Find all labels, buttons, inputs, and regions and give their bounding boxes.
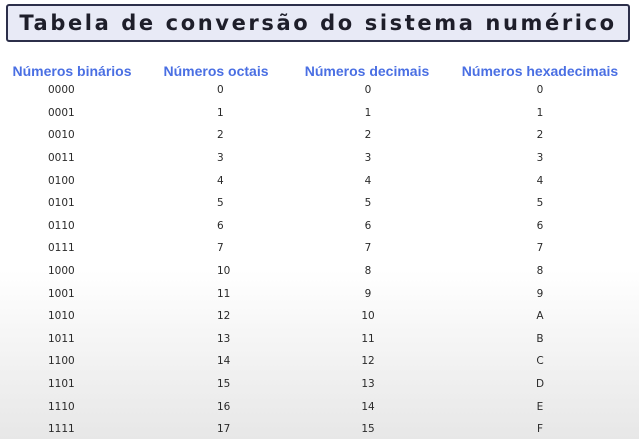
header-octal: Números octais (163, 63, 269, 79)
binary-cell: 1010 (48, 310, 75, 323)
decimal-cell: 0 (364, 84, 372, 97)
binary-cell: 0001 (48, 106, 75, 119)
octal-cell: 14 (217, 355, 231, 368)
decimal-cell: 4 (364, 174, 372, 187)
table-row: 1001 11 9 9 (0, 282, 639, 305)
octal-cell: 7 (217, 242, 224, 255)
header-decimal: Números decimais (304, 63, 430, 79)
octal-cell: 13 (217, 332, 231, 345)
binary-cell: 1001 (48, 287, 75, 300)
binary-cell: 1111 (48, 423, 75, 436)
table-row: 0001 1 1 1 (0, 102, 639, 125)
header-binary: Números binários (12, 63, 132, 79)
decimal-cell: 8 (364, 265, 372, 278)
decimal-cell: 5 (364, 197, 372, 210)
hexadecimal-cell: D (535, 378, 545, 391)
octal-cell: 2 (217, 129, 224, 142)
octal-cell: 11 (217, 287, 231, 300)
binary-cell: 0110 (48, 219, 75, 232)
hexadecimal-cell: 8 (536, 265, 544, 278)
binary-cell: 1110 (48, 400, 75, 413)
decimal-cell: 9 (364, 287, 372, 300)
decimal-cell: 7 (364, 242, 372, 255)
table-row: 0010 2 2 2 (0, 124, 639, 147)
hexadecimal-cell: F (536, 423, 544, 436)
decimal-cell: 13 (361, 378, 375, 391)
octal-cell: 5 (217, 197, 224, 210)
octal-cell: 16 (217, 400, 231, 413)
decimal-cell: 14 (361, 400, 375, 413)
binary-cell: 0010 (48, 129, 75, 142)
hexadecimal-cell: 5 (536, 197, 544, 210)
octal-cell: 6 (217, 219, 224, 232)
octal-cell: 3 (217, 152, 224, 165)
table-row: 0011 3 3 3 (0, 147, 639, 170)
binary-cell: 0100 (48, 174, 75, 187)
decimal-cell: 15 (361, 423, 375, 436)
binary-cell: 0011 (48, 152, 75, 165)
decimal-cell: 6 (364, 219, 372, 232)
table-row: 1101 15 13 D (0, 373, 639, 396)
octal-cell: 1 (217, 106, 224, 119)
table-row: 1100 14 12 C (0, 350, 639, 373)
octal-cell: 15 (217, 378, 231, 391)
table-row: 0110 6 6 6 (0, 215, 639, 238)
header-hexadecimal: Números hexadecimais (461, 63, 619, 79)
hexadecimal-cell: 3 (536, 152, 544, 165)
table-row: 1010 12 10 A (0, 305, 639, 328)
hexadecimal-cell: 0 (536, 84, 544, 97)
hexadecimal-cell: 4 (536, 174, 544, 187)
hexadecimal-cell: B (536, 332, 544, 345)
binary-cell: 0111 (48, 242, 75, 255)
table-row: 1110 16 14 E (0, 395, 639, 418)
table-body: 0000 0 0 0 0001 1 1 1 0010 2 2 2 0011 3 … (0, 79, 639, 441)
decimal-cell: 11 (361, 332, 375, 345)
hexadecimal-cell: 1 (536, 106, 544, 119)
binary-cell: 0101 (48, 197, 75, 210)
decimal-cell: 1 (364, 106, 372, 119)
binary-cell: 1011 (48, 332, 75, 345)
octal-cell: 17 (217, 423, 231, 436)
octal-cell: 10 (217, 265, 231, 278)
binary-cell: 1100 (48, 355, 75, 368)
binary-cell: 0000 (48, 84, 75, 97)
octal-cell: 0 (217, 84, 224, 97)
table-row: 1000 10 8 8 (0, 260, 639, 283)
table-row: 1111 17 15 F (0, 418, 639, 441)
hexadecimal-cell: 9 (536, 287, 544, 300)
table-row: 0111 7 7 7 (0, 237, 639, 260)
hexadecimal-cell: 7 (536, 242, 544, 255)
decimal-cell: 12 (361, 355, 375, 368)
hexadecimal-cell: 6 (536, 219, 544, 232)
hexadecimal-cell: A (536, 310, 544, 323)
decimal-cell: 10 (361, 310, 375, 323)
octal-cell: 12 (217, 310, 231, 323)
table-row: 1011 13 11 B (0, 328, 639, 351)
binary-cell: 1101 (48, 378, 75, 391)
decimal-cell: 3 (364, 152, 372, 165)
binary-cell: 1000 (48, 265, 75, 278)
hexadecimal-cell: C (536, 355, 544, 368)
hexadecimal-cell: E (536, 400, 544, 413)
decimal-cell: 2 (364, 129, 372, 142)
table-row: 0100 4 4 4 (0, 169, 639, 192)
hexadecimal-cell: 2 (536, 129, 544, 142)
page-title: Tabela de conversão do sistema numérico (19, 11, 617, 35)
octal-cell: 4 (217, 174, 224, 187)
table-row: 0101 5 5 5 (0, 192, 639, 215)
table-row: 0000 0 0 0 (0, 79, 639, 102)
title-box: Tabela de conversão do sistema numérico (6, 4, 630, 42)
